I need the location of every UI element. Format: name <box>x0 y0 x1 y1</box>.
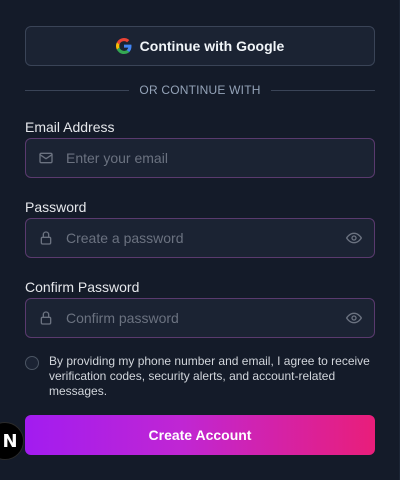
eye-icon[interactable] <box>346 310 362 326</box>
create-account-button[interactable]: Create Account <box>25 415 375 455</box>
confirm-password-label: Confirm Password <box>25 279 140 295</box>
email-input[interactable] <box>66 139 336 177</box>
password-label: Password <box>25 199 87 215</box>
consent-text: By providing my phone number and email, … <box>49 354 370 398</box>
signup-card: Continue with Google OR CONTINUE WITH Em… <box>0 0 400 480</box>
lock-icon <box>40 231 52 245</box>
divider-line-left <box>25 89 130 91</box>
consent-checkbox[interactable] <box>25 356 39 370</box>
consent-row: By providing my phone number and email, … <box>25 354 375 399</box>
or-divider: OR CONTINUE WITH <box>25 82 376 98</box>
google-icon <box>115 38 132 54</box>
divider-line-right <box>270 89 376 91</box>
password-field <box>25 218 375 258</box>
confirm-password-input[interactable] <box>66 299 336 337</box>
eye-icon[interactable] <box>346 230 362 246</box>
password-input[interactable] <box>66 219 336 257</box>
mail-icon <box>39 152 53 164</box>
email-label: Email Address <box>25 119 115 135</box>
divider-text: OR CONTINUE WITH <box>139 83 261 97</box>
continue-with-google-button[interactable]: Continue with Google <box>25 26 375 66</box>
create-account-label: Create Account <box>148 427 252 443</box>
lock-icon <box>40 311 52 325</box>
n-logo-icon: N <box>2 430 18 452</box>
email-field <box>25 138 375 178</box>
continue-with-google-label: Continue with Google <box>139 38 285 54</box>
floating-badge-button[interactable]: N <box>0 422 24 460</box>
confirm-password-field <box>25 298 375 338</box>
